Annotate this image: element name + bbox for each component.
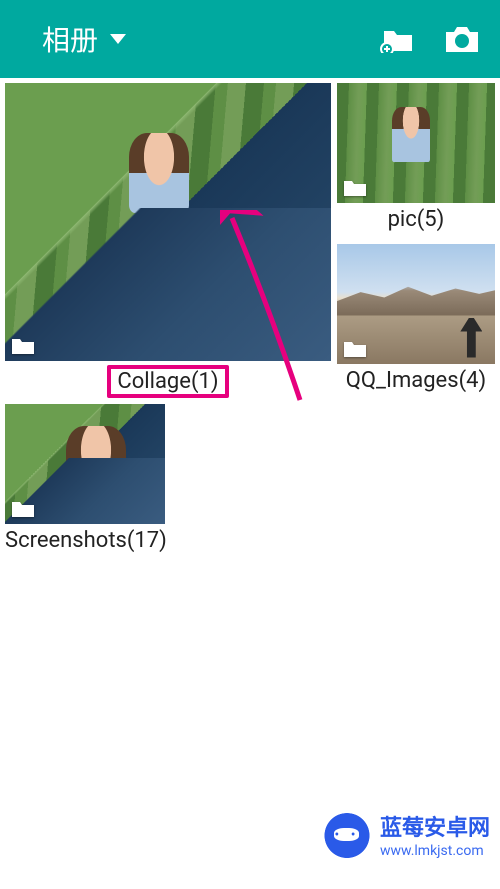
watermark-text: 蓝莓安卓网 www.lmkjst.com xyxy=(380,816,490,859)
header-title: 相册 xyxy=(42,19,98,59)
album-label: pic(5) xyxy=(388,207,445,232)
album-grid: Collage(1) pic(5) QQ_Images(4) Screensho… xyxy=(0,78,500,558)
chevron-down-icon xyxy=(110,34,126,44)
camera-button[interactable] xyxy=(444,24,480,54)
album-collage[interactable]: Collage(1) xyxy=(5,83,331,398)
album-label: Collage(1) xyxy=(107,365,228,398)
add-folder-button[interactable] xyxy=(380,25,414,53)
album-thumbnail xyxy=(5,83,331,361)
album-qq-images[interactable]: QQ_Images(4) xyxy=(337,244,495,393)
folder-icon xyxy=(11,335,35,355)
camera-icon xyxy=(444,24,480,54)
album-label: Screenshots(17) xyxy=(5,528,167,553)
album-screenshots[interactable]: Screenshots(17) xyxy=(5,404,167,553)
folder-icon xyxy=(343,338,367,358)
header-actions xyxy=(380,24,480,54)
watermark-mascot-icon xyxy=(322,813,372,863)
album-pic[interactable]: pic(5) xyxy=(337,83,495,232)
album-dropdown[interactable]: 相册 xyxy=(20,19,126,59)
folder-icon xyxy=(343,177,367,197)
watermark-url: www.lmkjst.com xyxy=(380,843,490,860)
folder-icon xyxy=(11,498,35,518)
folder-add-icon xyxy=(380,25,414,53)
album-label: QQ_Images(4) xyxy=(346,368,486,393)
album-thumbnail xyxy=(337,244,495,364)
album-thumbnail xyxy=(5,404,165,524)
app-header: 相册 xyxy=(0,0,500,78)
album-thumbnail xyxy=(337,83,495,203)
watermark-title: 蓝莓安卓网 xyxy=(380,816,490,842)
watermark-overlay: 蓝莓安卓网 www.lmkjst.com xyxy=(312,807,500,869)
